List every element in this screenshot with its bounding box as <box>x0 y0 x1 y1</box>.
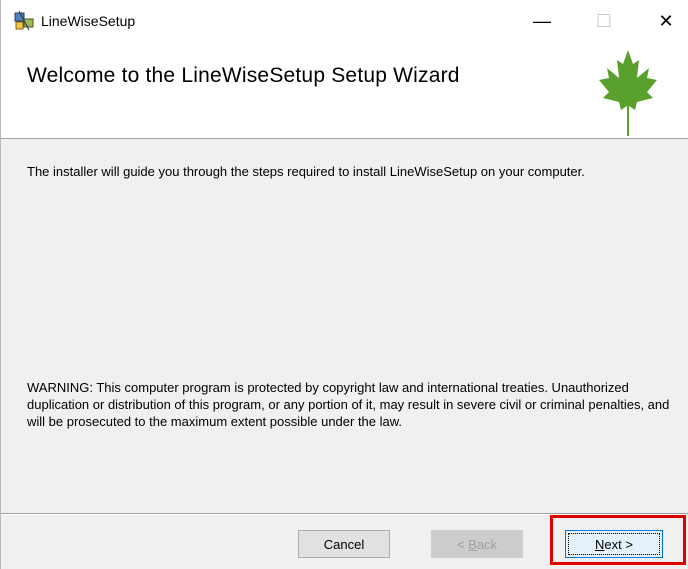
window-title: LineWiseSetup <box>41 13 136 29</box>
title-bar[interactable]: LineWiseSetup — ☐ ✕ <box>1 0 688 42</box>
maximize-button[interactable]: ☐ <box>581 0 627 42</box>
close-icon: ✕ <box>658 10 674 31</box>
maximize-icon: ☐ <box>595 10 613 31</box>
footer-divider <box>1 513 688 515</box>
next-button[interactable]: Next > <box>565 530 663 558</box>
back-button[interactable]: < Back <box>431 530 523 558</box>
cancel-button-label: Cancel <box>323 536 365 552</box>
back-button-label: < Back <box>456 536 498 552</box>
installer-app-icon <box>14 10 34 31</box>
setup-wizard-window: LineWiseSetup — ☐ ✕ Welcome to the LineW… <box>0 0 688 569</box>
close-button[interactable]: ✕ <box>643 0 688 42</box>
wizard-title: Welcome to the LineWiseSetup Setup Wizar… <box>27 64 460 87</box>
focus-rectangle <box>568 533 660 555</box>
maple-leaf-icon <box>599 50 657 136</box>
intro-text: The installer will guide you through the… <box>27 164 585 179</box>
minimize-button[interactable]: — <box>519 0 565 42</box>
wizard-banner: Welcome to the LineWiseSetup Setup Wizar… <box>1 42 688 139</box>
cancel-button[interactable]: Cancel <box>298 530 390 558</box>
copyright-warning: WARNING: This computer program is protec… <box>27 380 670 429</box>
minimize-icon: — <box>533 10 551 31</box>
